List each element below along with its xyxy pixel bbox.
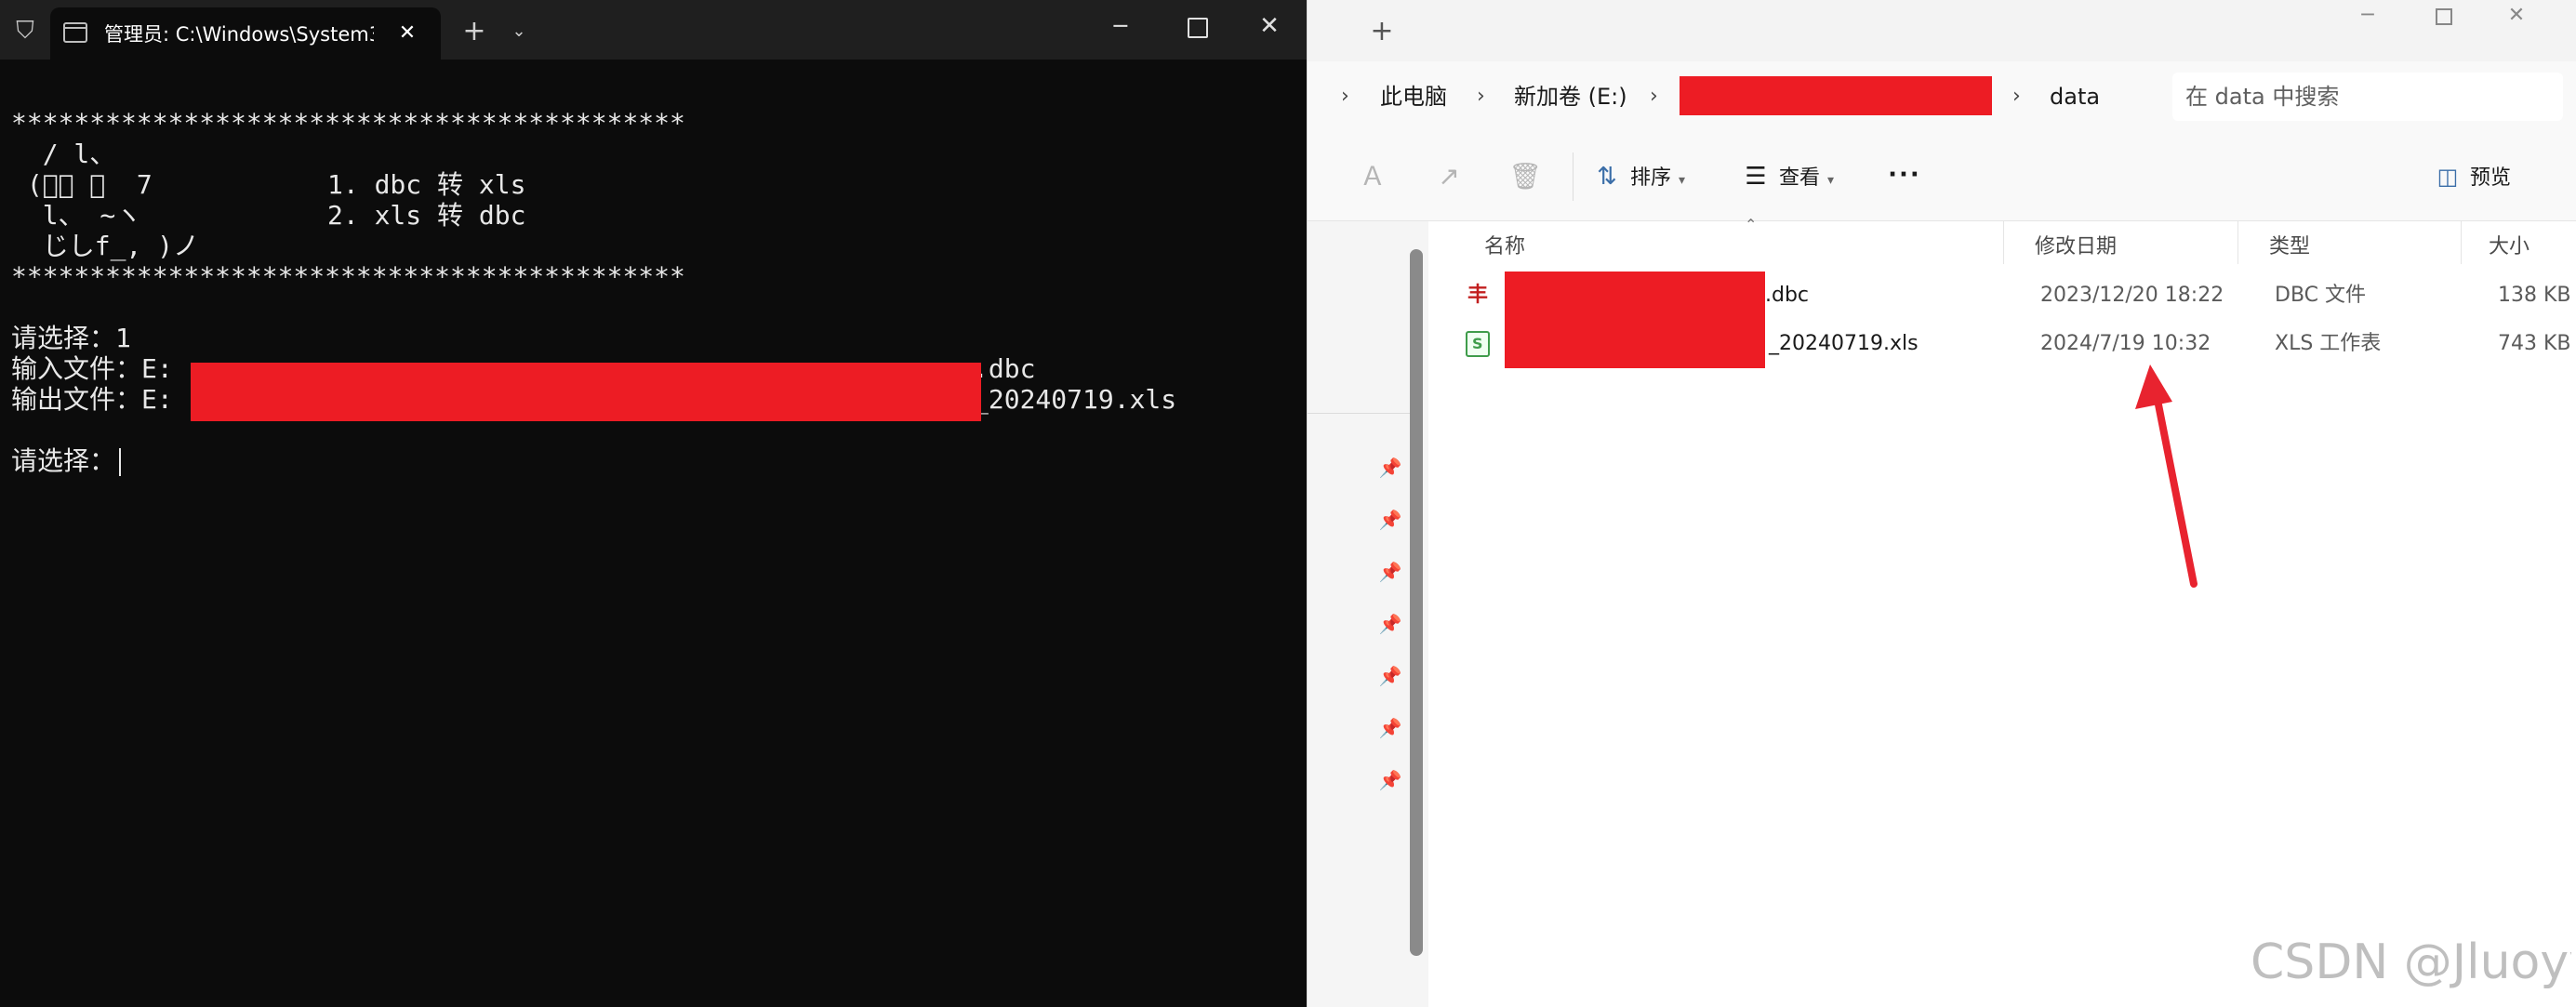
chevron-down-icon[interactable]: ⌄ xyxy=(502,15,536,48)
watermark: CSDN @Jluoyy xyxy=(2251,934,2571,990)
chevron-right-icon[interactable]: › xyxy=(1341,80,1349,113)
breadcrumb-this-pc[interactable]: 此电脑 xyxy=(1380,80,1447,113)
terminal-line: ****************************************… xyxy=(11,108,685,139)
maximize-icon[interactable] xyxy=(2414,0,2470,32)
file-size: 743 KB xyxy=(2498,332,2571,355)
menu-option-1: 1. dbc 转 xls xyxy=(327,169,526,200)
redaction-box xyxy=(1505,320,1765,368)
input-file-ext: .dbc xyxy=(973,353,1036,384)
close-icon[interactable]: ✕ xyxy=(2489,0,2544,32)
shield-icon: ⛉ xyxy=(16,17,34,45)
command-bar: Ａ ↗ 🗑 ⇅ 排序 ▾ ☰ 查看 ▾ ··· ◫ 预览 xyxy=(1308,132,2576,221)
column-header-size[interactable]: 大小 xyxy=(2489,229,2530,266)
minimize-icon[interactable]: ─ xyxy=(1097,7,1144,45)
more-button[interactable]: ··· xyxy=(1886,156,1923,193)
chevron-right-icon[interactable]: › xyxy=(1477,80,1485,113)
terminal-window: ⛉ 管理员: C:\Windows\System32 ✕ + ⌄ ─ ✕ ***… xyxy=(0,0,1307,1007)
breadcrumb-current[interactable]: data xyxy=(2050,80,2100,113)
minimize-icon[interactable]: ─ xyxy=(2340,0,2396,32)
terminal-tab[interactable]: 管理员: C:\Windows\System32 ✕ xyxy=(50,7,441,60)
sort-button[interactable]: ⇅ 排序 ▾ xyxy=(1591,158,1685,195)
scrollbar[interactable] xyxy=(1410,249,1423,956)
ascii-art: (ﾟ、 。 7 xyxy=(11,169,153,200)
search-input[interactable] xyxy=(2185,80,2539,113)
io-block: 输入文件：E: .dbc 输出文件：E: _20240719.xls xyxy=(11,353,1307,421)
file-explorer-window: + ─ ✕ › 此电脑 › 新加卷 (E:) › › data Ａ ↗ 🗑 ⇅ 排… xyxy=(1307,0,2576,1007)
pin-icon[interactable]: 📌 xyxy=(1376,558,1404,586)
trash-icon[interactable]: 🗑 xyxy=(1508,160,1542,193)
terminal-line: / l、 xyxy=(11,139,116,169)
file-name: _20240719.xls xyxy=(1769,332,1919,355)
file-modified: 2023/12/20 18:22 xyxy=(2040,284,2224,307)
table-row[interactable]: 丰 .dbc 2023/12/20 18:22 DBC 文件 138 KB xyxy=(1447,272,2576,320)
sort-label: 排序 xyxy=(1630,166,1672,190)
breadcrumb-drive[interactable]: 新加卷 (E:) xyxy=(1514,80,1627,113)
output-file-ext: _20240719.xls xyxy=(973,384,1177,415)
terminal-line: 请选择：1 xyxy=(11,323,131,353)
view-label: 查看 xyxy=(1779,166,1821,190)
view-button[interactable]: ☰ 查看 ▾ xyxy=(1740,158,1834,195)
pin-icon[interactable]: 📌 xyxy=(1376,662,1404,690)
dbc-file-icon: 丰 xyxy=(1467,284,1488,307)
terminal-line: ****************************************… xyxy=(11,261,685,292)
redaction-box xyxy=(191,363,981,421)
search-box[interactable] xyxy=(2172,73,2563,121)
sort-icon: ⇅ xyxy=(1597,163,1617,191)
chevron-right-icon[interactable]: › xyxy=(2012,80,2021,113)
file-name: .dbc xyxy=(1765,284,1810,307)
column-header-modified[interactable]: 修改日期 xyxy=(2035,229,2117,266)
address-bar[interactable]: › 此电脑 › 新加卷 (E:) › › data xyxy=(1308,61,2576,132)
rename-icon[interactable]: Ａ xyxy=(1356,160,1389,193)
redaction-box xyxy=(1680,76,1992,115)
pin-icon[interactable]: 📌 xyxy=(1376,766,1404,794)
file-list: ⌃ 名称 修改日期 类型 大小 丰 .dbc 2023/12/20 18:22 … xyxy=(1428,216,2576,1007)
chevron-down-icon: ▾ xyxy=(1827,173,1835,188)
terminal-tab-title: 管理员: C:\Windows\System32 xyxy=(104,23,374,46)
close-icon[interactable]: ✕ xyxy=(392,19,422,48)
preview-label: 预览 xyxy=(2470,166,2512,190)
chevron-right-icon[interactable]: › xyxy=(1650,80,1658,113)
column-header-type[interactable]: 类型 xyxy=(2269,229,2310,266)
file-type: DBC 文件 xyxy=(2275,284,2367,307)
navigation-pane[interactable]: 📌 📌 📌 📌 📌 📌 📌 xyxy=(1308,221,1428,1007)
chevron-down-icon: ▾ xyxy=(1679,173,1686,188)
preview-pane-icon: ◫ xyxy=(2437,164,2459,190)
file-type: XLS 工作表 xyxy=(2275,332,2382,355)
column-header-name[interactable]: 名称 xyxy=(1484,229,1525,266)
terminal-icon xyxy=(63,22,87,43)
share-icon[interactable]: ↗ xyxy=(1432,160,1466,193)
pin-icon[interactable]: 📌 xyxy=(1376,610,1404,638)
sort-caret-icon: ⌃ xyxy=(1745,216,1758,233)
ascii-art: l、 ~ヽ xyxy=(11,200,142,231)
pin-icon[interactable]: 📌 xyxy=(1376,454,1404,482)
plus-icon[interactable]: + xyxy=(456,15,493,48)
terminal-output[interactable]: ****************************************… xyxy=(0,60,1307,1007)
redaction-box xyxy=(1505,272,1765,320)
explorer-tabbar: + ─ ✕ xyxy=(1308,0,2576,61)
preview-button[interactable]: ◫ 预览 xyxy=(2433,158,2511,195)
terminal-line: l、 ~ヽ 2. xls 转 dbc xyxy=(11,200,1307,231)
xls-file-icon xyxy=(1466,331,1490,357)
terminal-line: (ﾟ、 。 7 1. dbc 转 xls xyxy=(11,169,1307,200)
pin-icon[interactable]: 📌 xyxy=(1376,506,1404,534)
terminal-titlebar: ⛉ 管理员: C:\Windows\System32 ✕ + ⌄ ─ ✕ xyxy=(0,0,1307,60)
table-row[interactable]: _20240719.xls 2024/7/19 10:32 XLS 工作表 74… xyxy=(1447,320,2576,368)
file-size: 138 KB xyxy=(2498,284,2571,307)
file-modified: 2024/7/19 10:32 xyxy=(2040,332,2211,355)
prompt-text: 请选择： xyxy=(11,445,116,476)
menu-option-2: 2. xls 转 dbc xyxy=(327,200,526,231)
terminal-prompt: 请选择： xyxy=(11,445,1307,476)
pin-icon[interactable]: 📌 xyxy=(1376,714,1404,742)
close-icon[interactable]: ✕ xyxy=(1246,7,1293,45)
terminal-line: じしf_, )ノ xyxy=(11,231,200,261)
view-icon: ☰ xyxy=(1745,163,1767,191)
text-cursor xyxy=(119,448,122,476)
plus-icon[interactable]: + xyxy=(1363,13,1401,50)
maximize-icon[interactable] xyxy=(1174,7,1220,45)
